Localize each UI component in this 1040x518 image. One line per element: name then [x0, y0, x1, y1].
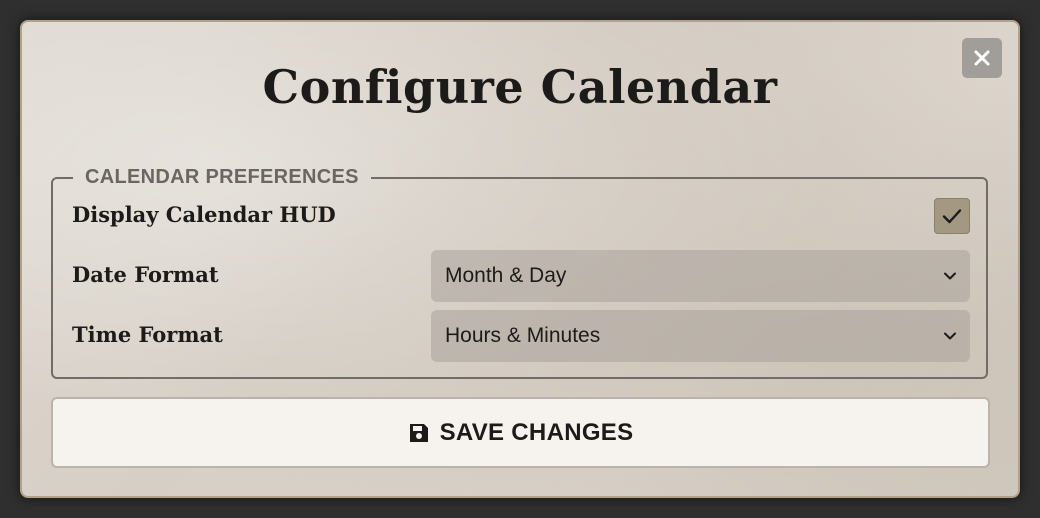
date-format-label: Date Format: [72, 262, 219, 287]
checkmark-icon: [942, 209, 962, 224]
fieldset-legend: CALENDAR PREFERENCES: [85, 166, 359, 188]
date-format-value: Month & Day: [445, 264, 567, 287]
display-hud-label: Display Calendar HUD: [72, 202, 336, 227]
chevron-down-icon: [944, 332, 956, 340]
time-format-label: Time Format: [72, 322, 223, 347]
save-changes-label: SAVE CHANGES: [439, 418, 634, 446]
date-format-select[interactable]: Month & Day: [431, 250, 970, 302]
save-changes-button[interactable]: SAVE CHANGES: [51, 397, 990, 468]
time-format-value: Hours & Minutes: [445, 324, 601, 347]
dialog-title: Configure Calendar: [262, 60, 778, 114]
time-format-select[interactable]: Hours & Minutes: [431, 310, 970, 362]
configure-calendar-dialog: Configure Calendar CALENDAR PREFERENCES …: [20, 20, 1020, 498]
chevron-down-icon: [944, 272, 956, 280]
save-icon: [409, 423, 428, 442]
display-hud-checkbox[interactable]: [934, 198, 970, 234]
